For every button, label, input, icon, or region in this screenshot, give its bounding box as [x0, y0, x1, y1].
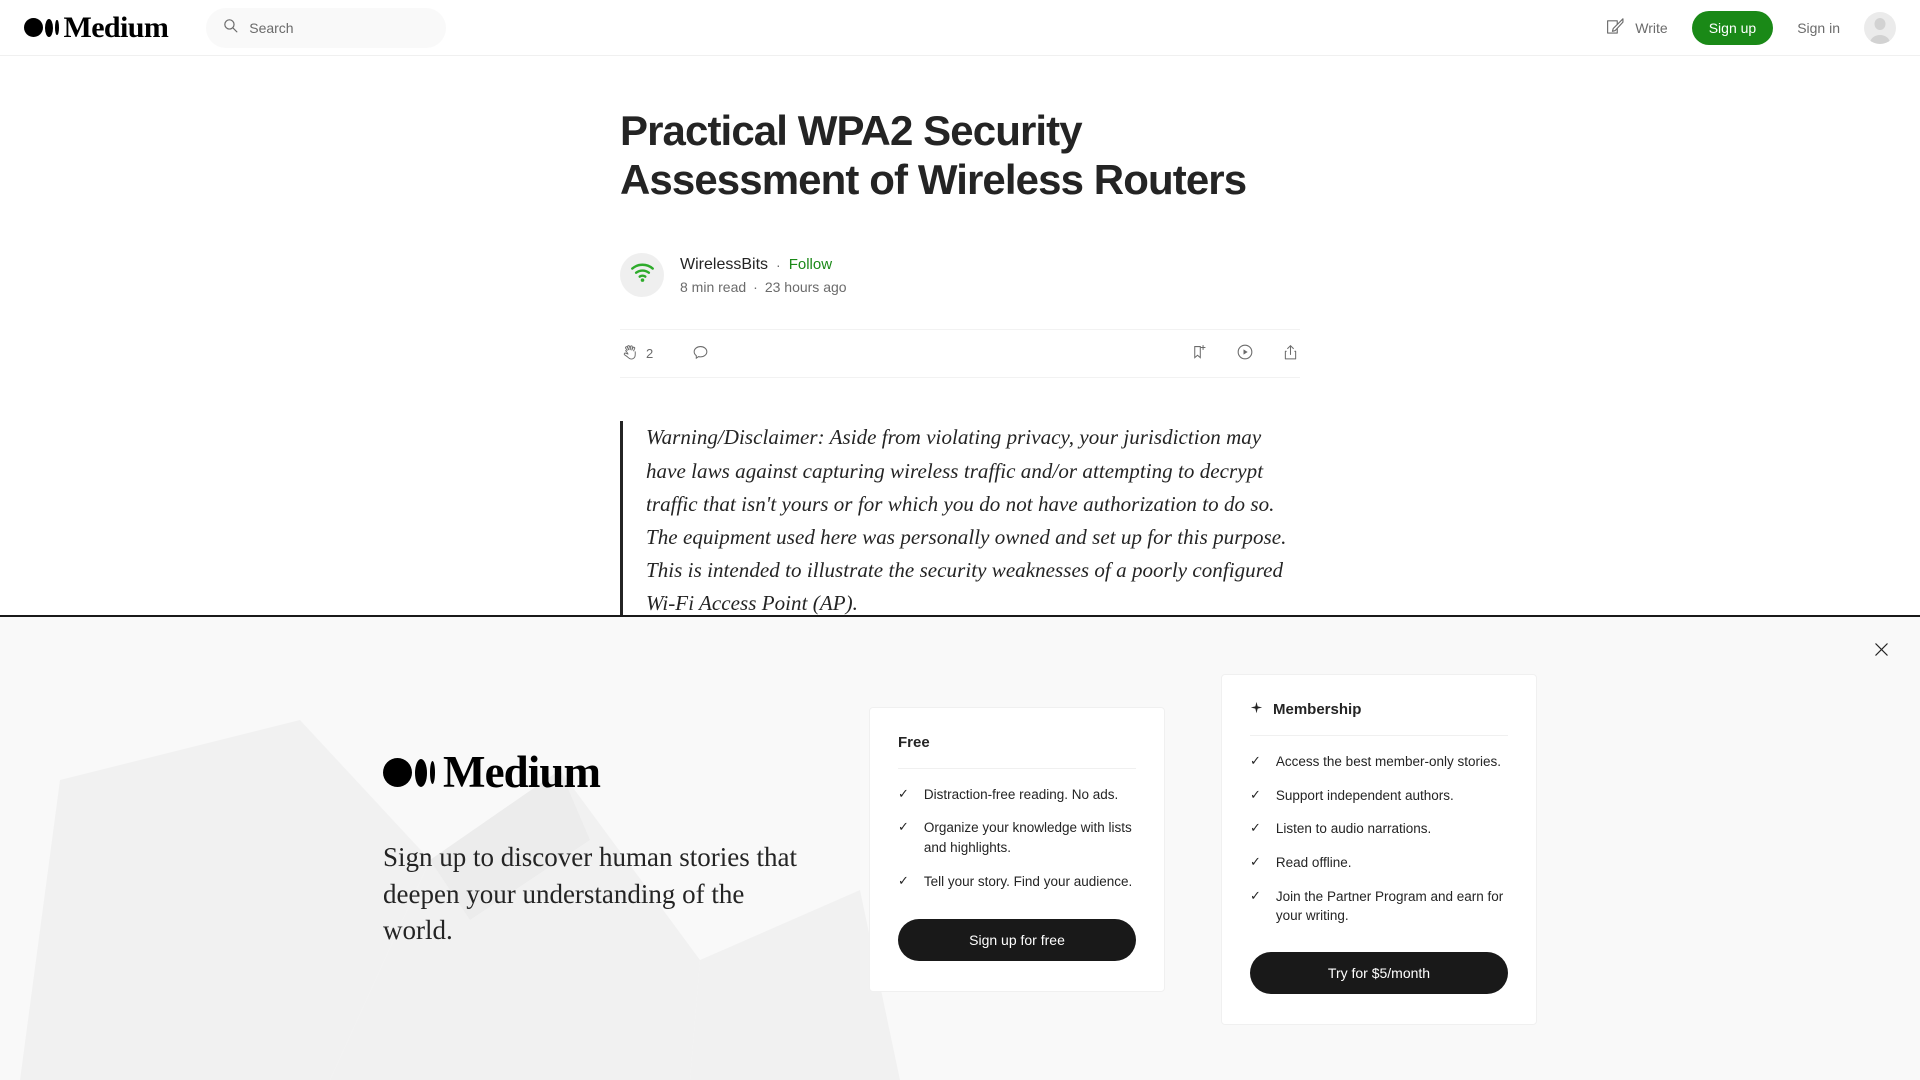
list-item: ✓ Organize your knowledge with lists and… — [898, 818, 1136, 857]
wifi-icon — [630, 262, 655, 288]
site-header: Medium Write Sign up Sign in — [0, 0, 1920, 56]
search-icon — [222, 17, 239, 39]
byline-separator: · — [776, 256, 781, 273]
promo-text-column: Medium Sign up to discover human stories… — [383, 750, 813, 948]
article-action-bar: 2 — [620, 329, 1300, 379]
feature-text: Distraction-free reading. No ads. — [923, 786, 1119, 802]
meta-separator: · — [753, 278, 758, 295]
clap-count: 2 — [646, 346, 654, 362]
bookmark-button[interactable] — [1190, 343, 1209, 365]
check-icon: ✓ — [1250, 820, 1261, 836]
author-byline: WirelessBits · Follow 8 min read · 23 ho… — [620, 253, 1300, 298]
medium-logo-marks-icon — [24, 18, 59, 37]
search-box[interactable] — [206, 7, 447, 48]
author-name[interactable]: WirelessBits — [680, 256, 768, 274]
check-icon: ✓ — [898, 872, 909, 888]
list-item: ✓ Read offline. — [1250, 853, 1508, 873]
user-avatar-icon — [1874, 17, 1886, 30]
list-item: ✓ Access the best member-only stories. — [1250, 752, 1508, 772]
promo-logo-marks-icon — [383, 758, 435, 788]
published-time: 23 hours ago — [764, 278, 847, 295]
clap-icon — [620, 343, 639, 365]
promo-logo-text: Medium — [443, 747, 601, 798]
write-button[interactable]: Write — [1605, 16, 1668, 40]
article-container: Practical WPA2 Security Assessment of Wi… — [620, 56, 1300, 621]
check-icon: ✓ — [898, 819, 909, 835]
article-title: Practical WPA2 Security Assessment of Wi… — [620, 107, 1247, 203]
membership-plan-card: Membership ✓ Access the best member-only… — [1221, 674, 1537, 1025]
play-circle-icon — [1235, 342, 1255, 365]
write-pencil-icon — [1605, 16, 1626, 40]
sparkle-star-icon — [1250, 701, 1263, 718]
free-feature-list: ✓ Distraction-free reading. No ads. ✓ Or… — [898, 785, 1136, 891]
feature-text: Support independent authors. — [1275, 787, 1454, 803]
feature-text: Access the best member-only stories. — [1275, 754, 1501, 770]
feature-text: Join the Partner Program and earn for yo… — [1275, 888, 1504, 924]
list-item: ✓ Distraction-free reading. No ads. — [898, 785, 1136, 805]
listen-button[interactable] — [1235, 342, 1255, 365]
check-icon: ✓ — [1250, 786, 1261, 802]
share-button[interactable] — [1281, 343, 1300, 365]
share-icon — [1281, 343, 1300, 365]
medium-logo-text: Medium — [63, 10, 169, 44]
check-icon: ✓ — [1250, 854, 1261, 869]
follow-button[interactable]: Follow — [789, 256, 832, 273]
bookmark-add-icon — [1190, 343, 1209, 365]
list-item: ✓ Support independent authors. — [1250, 786, 1508, 806]
try-membership-button[interactable]: Try for $5/month — [1250, 951, 1508, 994]
promo-headline: Sign up to discover human stories that d… — [383, 842, 797, 946]
signup-button[interactable]: Sign up — [1691, 10, 1774, 45]
header-actions: Write Sign up Sign in — [1605, 10, 1896, 45]
search-input[interactable] — [249, 19, 431, 36]
signin-button[interactable]: Sign in — [1797, 20, 1840, 36]
comment-icon — [691, 343, 710, 365]
list-item: ✓ Join the Partner Program and earn for … — [1250, 887, 1508, 926]
feature-text: Listen to audio narrations. — [1275, 821, 1432, 837]
feature-text: Tell your story. Find your audience. — [923, 873, 1133, 889]
clap-button[interactable]: 2 — [620, 343, 653, 365]
check-icon: ✓ — [898, 785, 909, 801]
author-avatar[interactable] — [620, 253, 664, 298]
free-card-title: Free — [898, 734, 1136, 769]
comment-button[interactable] — [691, 343, 710, 365]
list-item: ✓ Listen to audio narrations. — [1250, 819, 1508, 839]
free-plan-card: Free ✓ Distraction-free reading. No ads.… — [869, 706, 1165, 993]
medium-logo[interactable]: Medium — [24, 0, 169, 56]
list-item: ✓ Tell your story. Find your audience. — [898, 872, 1136, 892]
membership-title-text: Membership — [1273, 701, 1362, 719]
feature-text: Organize your knowledge with lists and h… — [923, 820, 1132, 855]
read-time: 8 min read — [680, 278, 747, 295]
user-avatar-button[interactable] — [1864, 11, 1896, 44]
membership-feature-list: ✓ Access the best member-only stories. ✓… — [1250, 752, 1508, 925]
check-icon: ✓ — [1250, 887, 1261, 903]
article-disclaimer-quote: Warning/Disclaimer: Aside from violating… — [620, 421, 1300, 621]
signup-for-free-button[interactable]: Sign up for free — [898, 919, 1136, 962]
promo-medium-logo: Medium — [383, 750, 813, 795]
check-icon: ✓ — [1250, 753, 1261, 769]
write-label: Write — [1635, 19, 1668, 36]
membership-card-title: Membership — [1250, 701, 1508, 737]
signup-promo-banner: Medium Sign up to discover human stories… — [0, 615, 1920, 1080]
feature-text: Read offline. — [1275, 855, 1352, 870]
